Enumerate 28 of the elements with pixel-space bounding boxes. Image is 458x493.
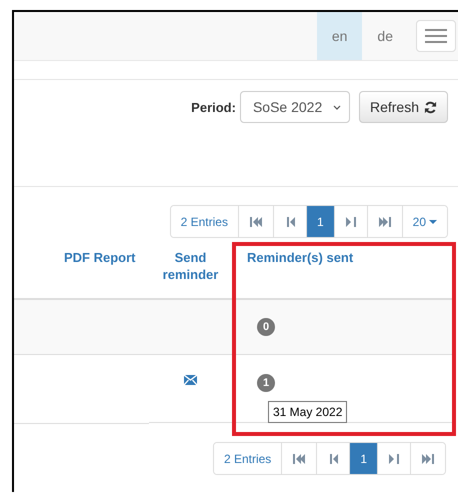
prev-page-icon — [327, 452, 340, 464]
first-page-icon — [248, 216, 263, 228]
count-badge: 0 — [257, 318, 275, 336]
page-button[interactable]: 1 — [349, 443, 377, 474]
refresh-icon — [424, 100, 437, 114]
caret-icon — [429, 220, 437, 224]
language-link[interactable]: en — [316, 12, 362, 60]
last-page-icon — [378, 216, 392, 228]
entries-count: 2 Entries — [214, 443, 282, 474]
period-select[interactable]: SoSe 2022 — [240, 91, 350, 123]
mail-icon[interactable] — [184, 375, 197, 385]
next-page-icon — [388, 452, 400, 464]
last-page-icon — [421, 452, 435, 464]
chevron-icon — [332, 104, 341, 110]
first-page-icon — [292, 452, 306, 464]
page-size-dropdown[interactable]: 20 — [402, 206, 447, 237]
period-label: Period: — [191, 100, 236, 114]
language-link[interactable]: de — [362, 12, 408, 60]
first-page-button[interactable] — [281, 443, 316, 474]
prev-page-button[interactable] — [316, 443, 350, 474]
count-badge: 1 — [257, 374, 275, 392]
menu-button[interactable] — [416, 20, 456, 52]
refresh-button[interactable]: Refresh — [358, 91, 448, 123]
menu-icon — [425, 28, 447, 44]
page-button[interactable]: 1 — [306, 206, 334, 237]
date-tooltip: 31 May 2022 — [268, 401, 348, 423]
next-page-icon — [344, 216, 357, 228]
last-page-button[interactable] — [410, 443, 445, 474]
